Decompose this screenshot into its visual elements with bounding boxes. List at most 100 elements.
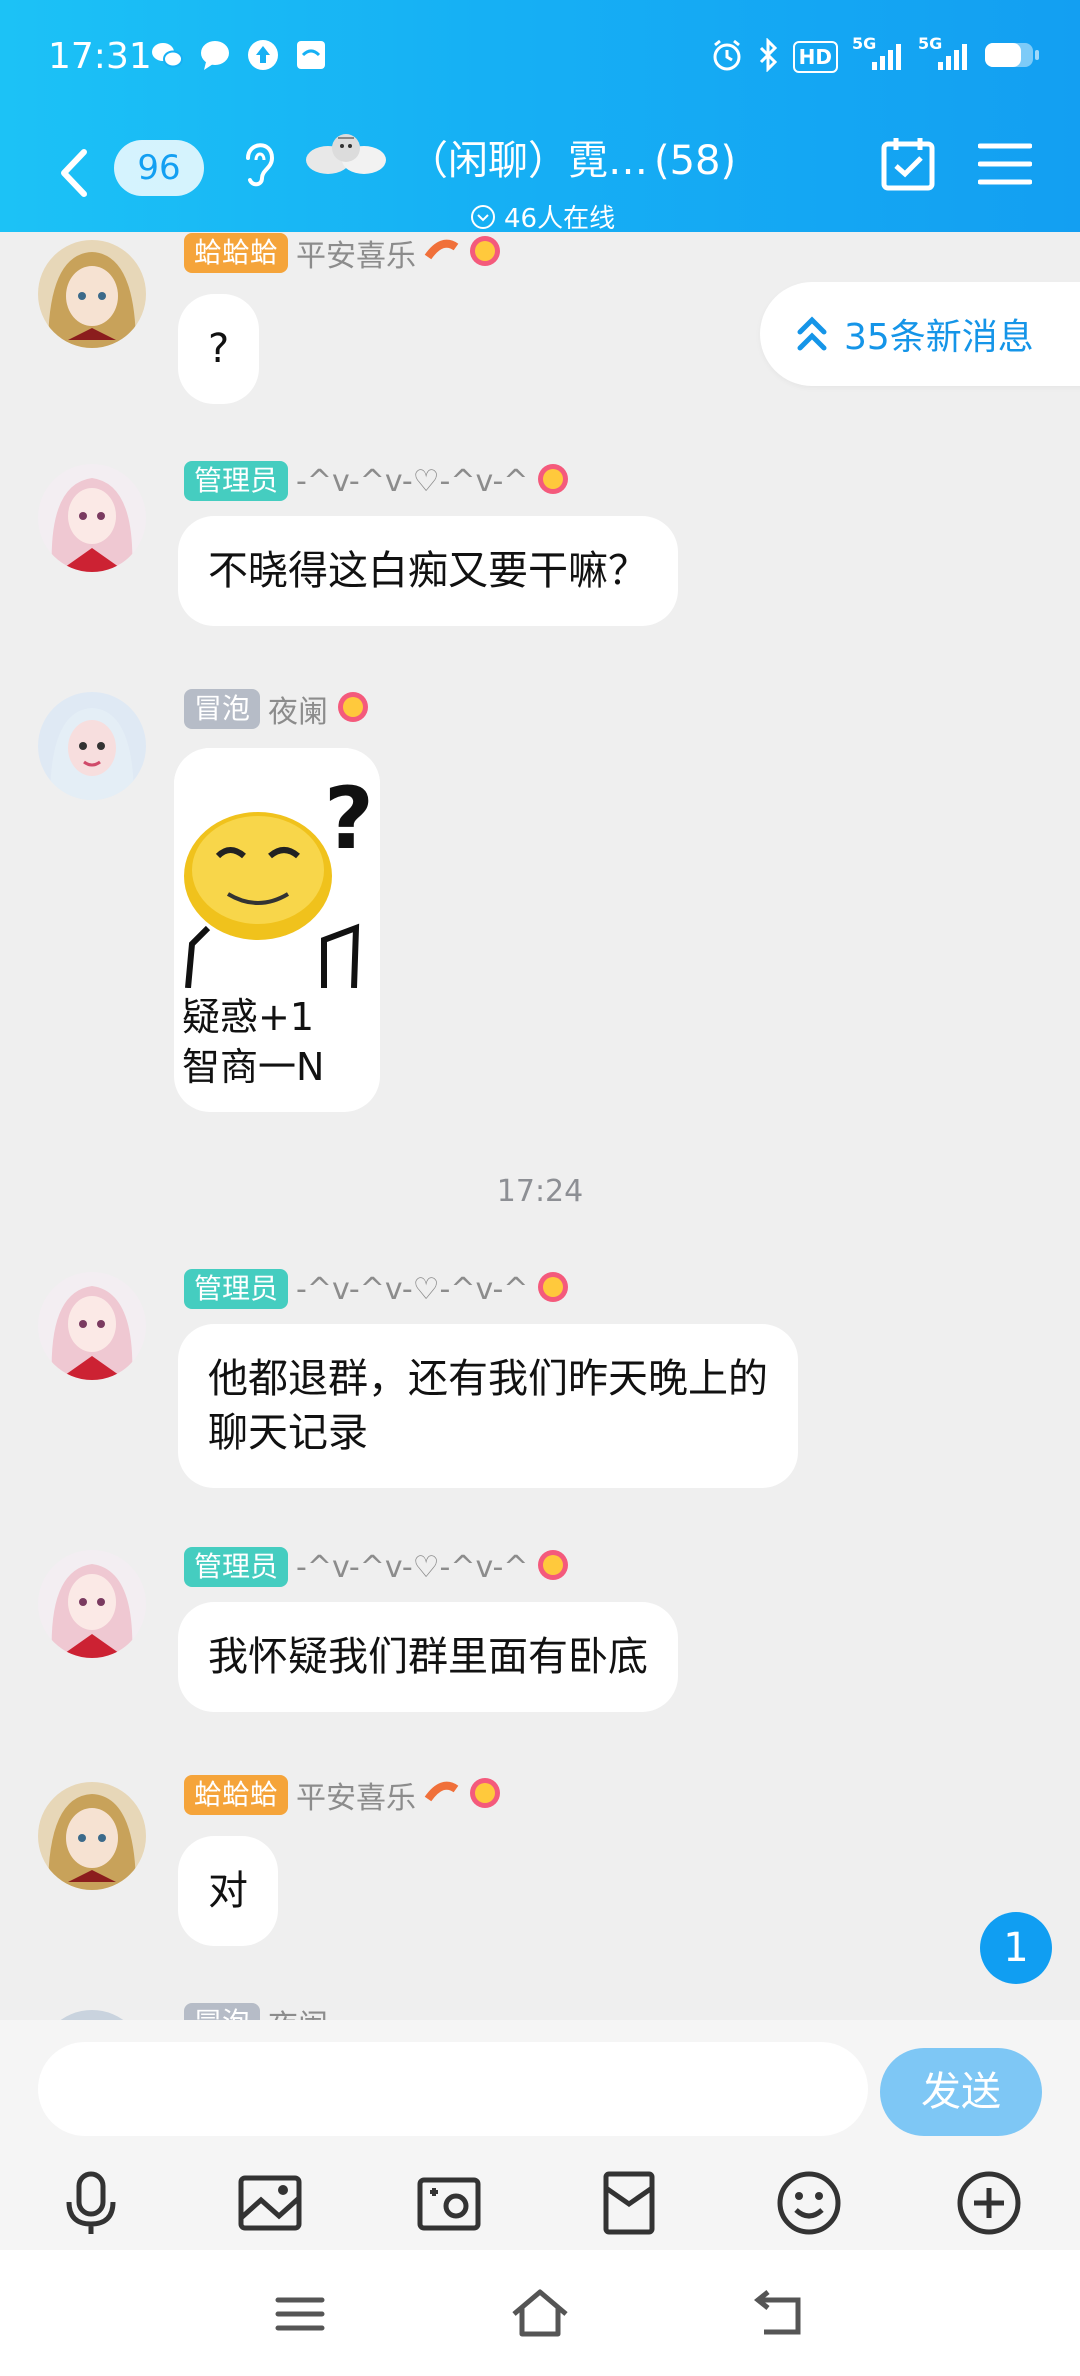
image-icon	[238, 2175, 302, 2231]
group-avatar	[298, 120, 394, 180]
more-button[interactable]	[954, 2168, 1024, 2238]
signal-5g-icon: 5G	[852, 34, 904, 74]
avatar[interactable]	[38, 1782, 146, 1890]
sender-line: 蛤蛤蛤 平安喜乐	[184, 1774, 502, 1816]
group-name: （闲聊）霓…	[408, 138, 648, 184]
flower-emoji-icon	[468, 1776, 502, 1814]
camera-button[interactable]	[414, 2168, 484, 2238]
sender-nickname[interactable]: -^v-^v-♡-^v-^	[296, 1550, 528, 1585]
flower-emoji-icon	[536, 1270, 570, 1308]
member-title-tag: 冒泡	[184, 689, 261, 729]
sender-line: 管理员 -^v-^v-♡-^v-^	[184, 460, 570, 502]
red-packet-button[interactable]	[594, 2168, 664, 2238]
system-navigation-bar	[0, 2250, 1080, 2376]
admin-tag: 管理员	[184, 1547, 289, 1587]
hd-icon: HD	[792, 41, 838, 73]
sender-nickname[interactable]: -^v-^v-♡-^v-^	[296, 1272, 528, 1307]
ear-icon[interactable]	[240, 132, 278, 192]
message-bubble[interactable]: 不晓得这白痴又要干嘛？	[178, 516, 678, 626]
sticker-message[interactable]: ? 疑惑+1 智商一N	[174, 748, 380, 1112]
group-title[interactable]: （闲聊）霓… (58)	[408, 128, 736, 186]
message-icon	[198, 38, 232, 72]
online-count: 46人在线	[504, 204, 616, 234]
return-icon	[753, 2290, 801, 2335]
flower-emoji-icon	[336, 690, 370, 728]
sender-nickname[interactable]: 平安喜乐	[296, 1773, 416, 1817]
red-packet-icon	[603, 2171, 655, 2235]
sender-line: 冒泡 夜阑	[184, 688, 370, 730]
sender-line: 管理员 -^v-^v-♡-^v-^	[184, 1268, 570, 1310]
wechat-icon	[150, 38, 184, 72]
home-icon	[512, 2289, 568, 2337]
emoji-icon	[777, 2171, 841, 2235]
message-bubble[interactable]: 对	[178, 1836, 278, 1946]
calendar-check-icon	[881, 138, 935, 191]
back-nav-button[interactable]	[750, 2284, 810, 2344]
new-messages-label: 35条新消息	[844, 317, 1034, 358]
voice-button[interactable]	[56, 2168, 126, 2238]
member-title-tag: 蛤蛤蛤	[184, 233, 289, 273]
menu-lines-icon	[275, 2297, 325, 2331]
system-status-icons: HD 5G 5G	[711, 34, 1040, 76]
member-title-tag: 冒泡	[184, 2003, 261, 2020]
chevron-down-circle-icon	[471, 204, 495, 229]
menu-button[interactable]	[977, 140, 1033, 188]
new-messages-button[interactable]: 35条新消息	[760, 282, 1080, 386]
avatar[interactable]	[38, 692, 146, 800]
flower-emoji-icon	[536, 462, 570, 500]
sender-line: 冒泡 夜阑	[184, 2002, 328, 2020]
online-status[interactable]: 46人在线	[470, 198, 615, 235]
home-button[interactable]	[510, 2284, 570, 2344]
sender-nickname[interactable]: 平安喜乐	[296, 232, 416, 275]
flower-emoji-icon	[536, 1548, 570, 1586]
camera-icon	[417, 2177, 481, 2231]
avatar[interactable]	[38, 1550, 146, 1658]
message-bubble[interactable]: 他都退群，还有我们昨天晚上的 聊天记录	[178, 1324, 798, 1488]
sender-line: 管理员 -^v-^v-♡-^v-^	[184, 1546, 570, 1588]
composer: 发送	[0, 2020, 1080, 2250]
nav-bar: 96 （闲聊）霓… (58) 46人在线	[0, 120, 1080, 235]
status-time: 17:31	[48, 36, 152, 77]
admin-tag: 管理员	[184, 1269, 289, 1309]
emoji-button[interactable]	[774, 2168, 844, 2238]
sender-nickname[interactable]: -^v-^v-♡-^v-^	[296, 464, 528, 499]
message-input[interactable]	[38, 2042, 868, 2136]
avatar[interactable]	[38, 1272, 146, 1380]
unread-mention-badge[interactable]: 1	[980, 1912, 1052, 1984]
member-count: (58)	[654, 138, 737, 184]
calendar-button[interactable]	[880, 136, 936, 192]
signal-5g-icon-2: 5G	[918, 34, 970, 74]
double-chevron-up-icon	[797, 316, 827, 351]
hamburger-menu-icon	[977, 143, 1033, 185]
badge-icon	[424, 1777, 460, 1813]
admin-tag: 管理员	[184, 461, 289, 501]
svg-text:?: ?	[324, 769, 374, 869]
member-title-tag: 蛤蛤蛤	[184, 1775, 289, 1815]
send-button[interactable]: 发送	[880, 2048, 1042, 2136]
plus-circle-icon	[957, 2171, 1021, 2235]
back-button[interactable]	[52, 138, 100, 208]
chat-header: 17:31 HD 5G 5G 96 （闲聊）霓… (58) 46人在线	[0, 0, 1080, 235]
sticker-caption: 疑惑+1 智商一N	[182, 995, 325, 1089]
bluetooth-icon	[757, 37, 779, 76]
upload-icon	[246, 38, 280, 72]
sender-nickname[interactable]: 夜阑	[268, 2001, 328, 2020]
unread-count-pill[interactable]: 96	[114, 140, 204, 196]
status-bar: 17:31 HD 5G 5G	[0, 0, 1080, 120]
chat-area[interactable]: 蛤蛤蛤 平安喜乐 ? 35条新消息 管理员 -^v-^v-♡-^v-^ 不晓得这…	[0, 232, 1080, 2020]
avatar[interactable]	[38, 2010, 146, 2020]
confused-smiley-sticker: ?	[174, 748, 380, 989]
avatar[interactable]	[38, 240, 146, 348]
sender-nickname[interactable]: 夜阑	[268, 687, 328, 731]
avatar[interactable]	[38, 464, 146, 572]
time-divider: 17:24	[496, 1174, 584, 1209]
composer-toolbar	[0, 2168, 1080, 2248]
notification-icons	[150, 38, 328, 72]
chevron-left-icon	[61, 149, 87, 197]
message-bubble[interactable]: ?	[178, 294, 260, 404]
alarm-icon	[711, 38, 743, 76]
microphone-icon	[66, 2171, 116, 2234]
photo-button[interactable]	[235, 2168, 305, 2238]
recents-button[interactable]	[270, 2284, 330, 2344]
message-bubble[interactable]: 我怀疑我们群里面有卧底	[178, 1602, 678, 1712]
